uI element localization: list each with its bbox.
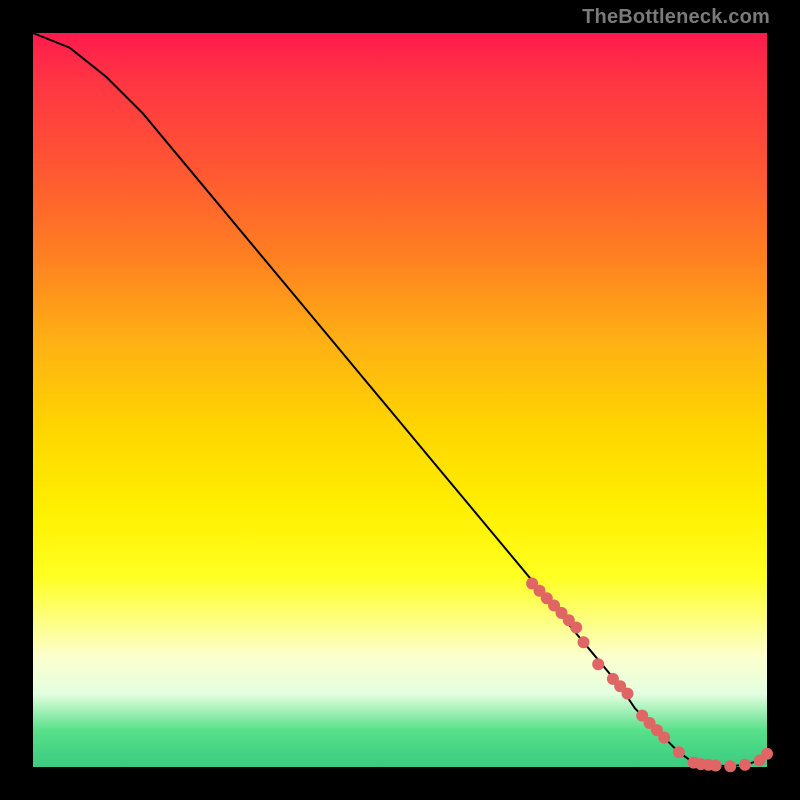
data-point	[570, 622, 582, 634]
chart-svg	[33, 33, 767, 767]
data-point	[592, 658, 604, 670]
chart-container: TheBottleneck.com	[0, 0, 800, 800]
data-point	[673, 746, 685, 758]
data-point	[622, 688, 634, 700]
chart-dots	[526, 578, 773, 773]
data-point	[578, 636, 590, 648]
data-point	[761, 748, 773, 760]
data-point	[724, 760, 736, 772]
chart-line	[33, 33, 767, 766]
data-point	[739, 759, 751, 771]
watermark: TheBottleneck.com	[582, 6, 770, 29]
data-point	[710, 760, 722, 772]
data-point	[658, 732, 670, 744]
